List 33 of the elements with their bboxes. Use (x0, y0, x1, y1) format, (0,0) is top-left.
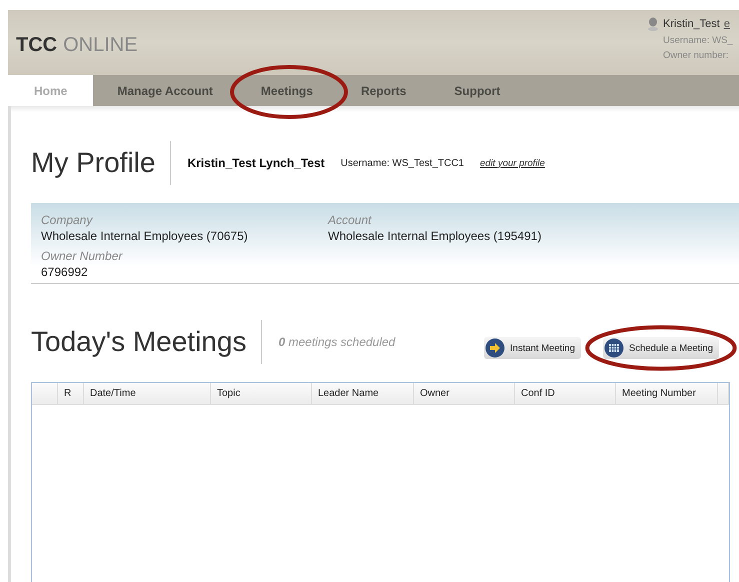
edit-profile-link[interactable]: edit your profile (480, 158, 545, 168)
schedule-meeting-button[interactable]: Schedule a Meeting (603, 337, 719, 359)
nav-tab[interactable]: Meetings (236, 75, 337, 106)
field-label: Owner Number (41, 249, 124, 263)
field-label: Company (41, 213, 94, 227)
edit-link[interactable]: e (724, 18, 730, 30)
username-text: Username: WS_Test_TCC1 (340, 158, 464, 168)
username-text: Username: WS_ (662, 35, 734, 46)
field-value: 6796992 (41, 265, 89, 279)
logo-text: ONLINE (63, 34, 138, 58)
field-label: Account (328, 213, 373, 227)
field-value: Wholesale Internal Employees (70675) (41, 229, 249, 243)
owner-number-text: Owner number: (662, 50, 730, 61)
column-header[interactable]: Owner (414, 383, 515, 404)
column-header[interactable]: Date/Time (84, 383, 211, 404)
field-value: Wholesale Internal Employees (195491) (328, 229, 542, 243)
instant-meeting-button[interactable]: Instant Meeting (484, 337, 582, 359)
nav-tab[interactable]: Support (430, 75, 524, 106)
nav-tab[interactable]: Reports (336, 75, 430, 106)
page-title: My Profile (31, 141, 172, 185)
column-header[interactable]: Conf ID (515, 383, 616, 404)
section-title: Today's Meetings (31, 320, 262, 364)
nav-tab[interactable]: Manage Account (93, 75, 237, 106)
user-icon (647, 17, 659, 31)
logo-text: TCC (16, 34, 58, 58)
column-header[interactable]: Topic (211, 383, 312, 404)
column-header[interactable]: Meeting Number (616, 383, 718, 404)
user-name: Kristin_Test (663, 18, 720, 30)
column-header[interactable]: R (58, 383, 84, 404)
full-name: Kristin_Test Lynch_Test (187, 156, 325, 170)
meetings-count: 0 meetings scheduled (278, 335, 396, 349)
calendar-icon (604, 338, 624, 358)
column-header[interactable]: Leader Name (312, 383, 414, 404)
